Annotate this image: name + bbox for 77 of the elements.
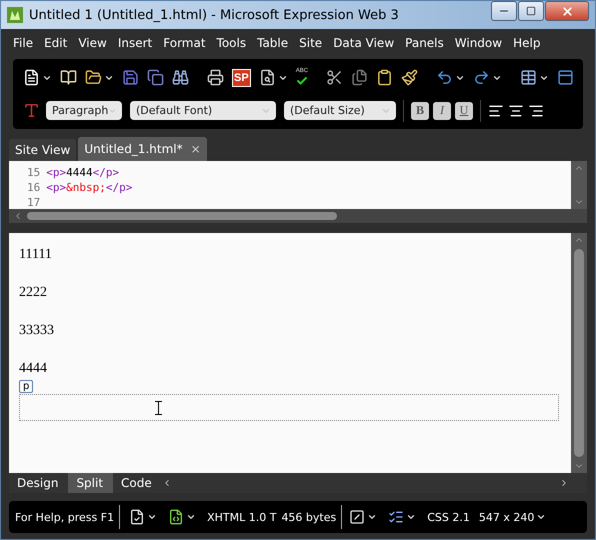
caret-icon: [186, 512, 196, 522]
align-left-icon[interactable]: [488, 102, 504, 118]
page-size-button[interactable]: 547 x 240: [476, 505, 548, 529]
format-button[interactable]: I: [433, 102, 451, 120]
toolbar-icon: [122, 69, 139, 86]
format-button[interactable]: U: [455, 102, 473, 120]
checklist-icon: [388, 509, 404, 525]
line-number: 16: [27, 180, 40, 195]
menu-item[interactable]: Panels: [401, 36, 451, 50]
line-number: 17: [27, 195, 40, 210]
toolbar-icon: [147, 69, 164, 86]
paragraph: 2222: [19, 285, 48, 301]
menu-item[interactable]: Site: [295, 36, 330, 50]
menu-item[interactable]: Help: [509, 36, 548, 50]
menu-item[interactable]: Window: [450, 36, 510, 50]
toolbar-icon: [436, 69, 454, 86]
tag-label: p: [19, 380, 34, 393]
line-number: 15: [27, 165, 40, 180]
size-dropdown[interactable]: (Default Size): [284, 101, 396, 120]
text-style-icon: [23, 102, 40, 119]
view-tab[interactable]: Split: [68, 473, 114, 493]
minimize-button[interactable]: [491, 1, 517, 21]
toolbar-icon: [60, 69, 77, 86]
menu-item[interactable]: View: [74, 36, 114, 50]
font-dropdown[interactable]: (Default Font): [130, 101, 276, 120]
menu-item[interactable]: Format: [159, 36, 213, 50]
paragraph: 33333: [19, 323, 55, 339]
view-tab[interactable]: Design: [9, 473, 68, 493]
menu-item[interactable]: Edit: [40, 36, 74, 50]
file-size-text: 456 bytes: [281, 510, 336, 524]
code-line: <p>&nbsp;</p>: [46, 180, 132, 195]
toolbar-icon: [520, 69, 538, 86]
paragraph: 11111: [19, 247, 53, 263]
text-cursor-icon: [155, 400, 162, 414]
caret-icon: [367, 512, 378, 522]
caret-icon: [406, 512, 416, 522]
help-text: For Help, press F1: [15, 510, 114, 524]
toolbar-icon: [326, 69, 344, 86]
menu-item[interactable]: Insert: [114, 36, 160, 50]
file-code-icon: [168, 509, 184, 525]
toolbar-icon: [557, 69, 574, 86]
code-line: <p>4444</p>: [46, 165, 120, 180]
toolbar-icon: [351, 69, 368, 86]
maximize-icon: [526, 6, 536, 16]
view-tab[interactable]: Code: [113, 473, 162, 493]
menu-item[interactable]: Table: [253, 36, 296, 50]
toolbar-icon: [473, 69, 490, 86]
document-tab[interactable]: Untitled_1.html* ×: [78, 137, 207, 161]
toolbar-icon: [172, 69, 189, 86]
doctype-text: XHTML 1.0 T: [207, 510, 276, 524]
toolbar-icon: [258, 69, 276, 86]
close-tab-icon[interactable]: ×: [190, 142, 201, 156]
menu-item[interactable]: Data View: [329, 36, 402, 50]
paragraph: 4444: [19, 361, 48, 377]
maximize-button[interactable]: [518, 1, 544, 21]
toolbar-icon: [401, 69, 418, 86]
empty-paragraph[interactable]: [19, 394, 559, 421]
menu-item[interactable]: File: [9, 36, 40, 50]
caret-icon: [536, 512, 546, 522]
menu-item[interactable]: Tools: [212, 36, 254, 50]
toolbar-icon: [207, 69, 224, 86]
align-right-icon[interactable]: [528, 102, 544, 118]
close-button[interactable]: [545, 1, 589, 21]
format-button[interactable]: B: [411, 102, 429, 120]
document-tab[interactable]: Site View: [9, 139, 76, 161]
horizontal-scrollbar[interactable]: [9, 209, 587, 223]
style-dropdown[interactable]: Paragraph: [46, 101, 122, 120]
css-version-text: CSS 2.1: [427, 510, 470, 524]
toolbar-icon: [23, 69, 40, 86]
close-icon: [560, 4, 574, 18]
toolbar-icon: [376, 69, 394, 86]
toolbar-icon: [85, 69, 102, 86]
app-icon: [7, 7, 23, 23]
window-title: Untitled 1 (Untitled_1.html) - Microsoft Expression Web 3: [29, 8, 400, 22]
caret-icon: [147, 512, 158, 522]
align-center-icon[interactable]: [508, 102, 524, 118]
file-check-icon: [129, 509, 146, 525]
